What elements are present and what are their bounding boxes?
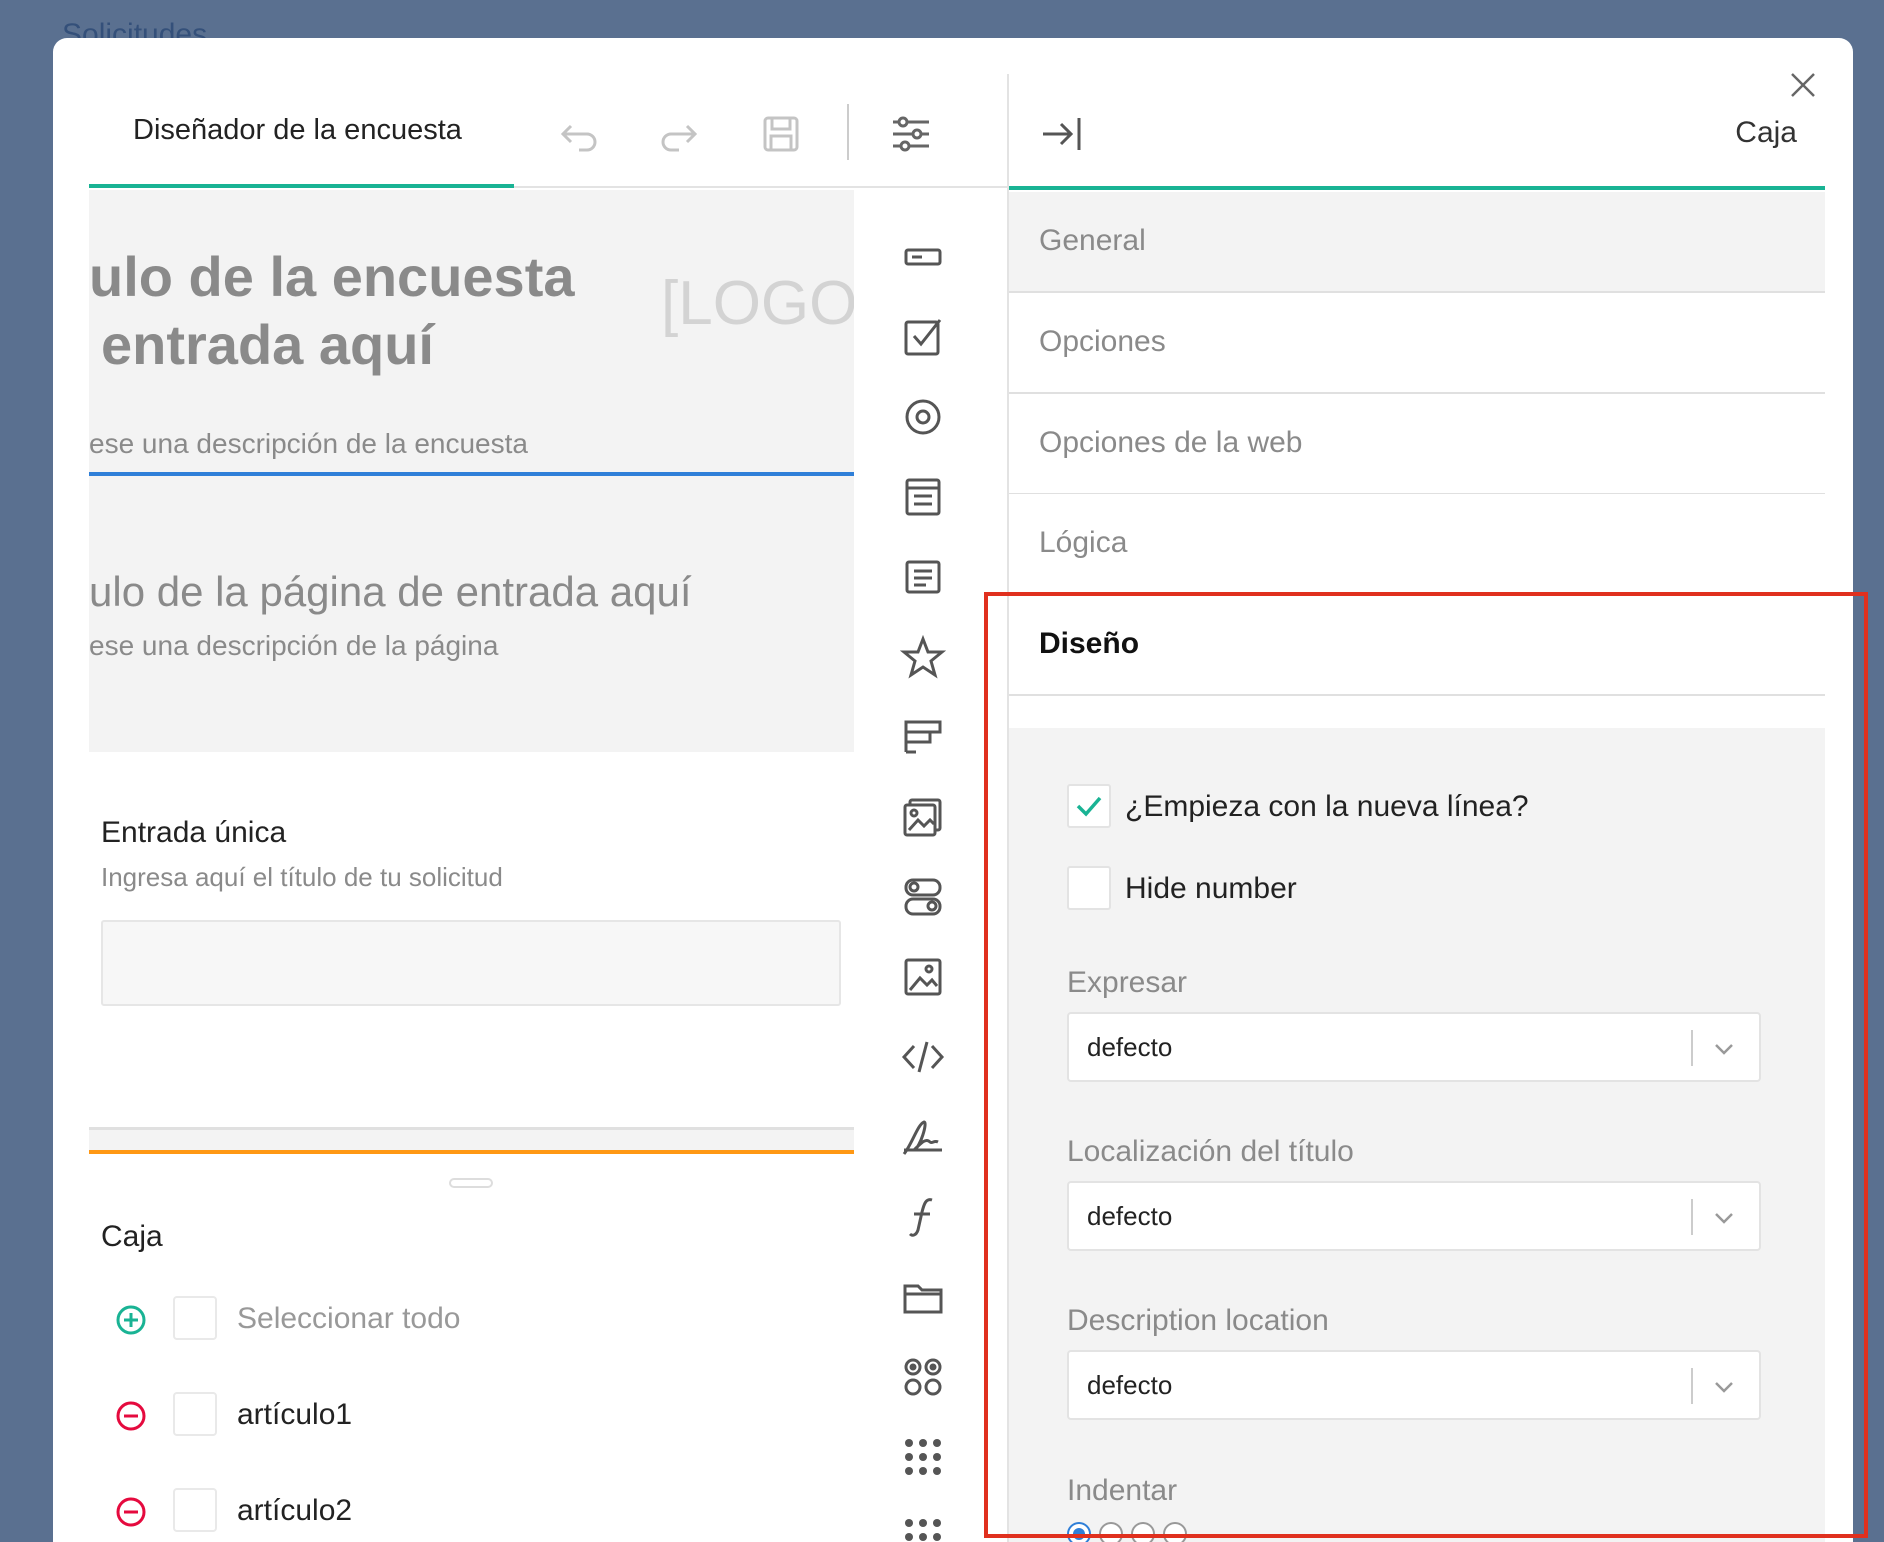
comment-icon[interactable] [900,554,946,600]
tab-survey-designer[interactable]: Diseñador de la encuesta [89,74,514,188]
designer-toolbar: Diseñador de la encuesta [89,74,1007,188]
toolbar-separator [847,104,849,160]
option-checkbox[interactable] [173,1296,217,1340]
option-item[interactable]: artículo1 [101,1392,801,1440]
survey-title[interactable]: ulo de la encuesta [89,242,575,312]
boolean-icon[interactable] [900,874,946,920]
option-item[interactable]: artículo2 [101,1488,801,1536]
question-description[interactable]: Ingresa aquí el título de tu solicitud [101,862,503,893]
section-label: Opciones [1039,325,1166,358]
question-single-input[interactable]: Entrada única Ingresa aquí el título de … [89,752,854,1130]
dropdown-icon[interactable] [900,474,946,520]
section-logica[interactable]: Lógica [1009,494,1825,595]
html-icon[interactable] [900,1034,946,1080]
redo-icon[interactable] [657,112,701,156]
option-label: Seleccionar todo [237,1302,461,1335]
undo-icon[interactable] [557,112,601,156]
section-opciones[interactable]: Opciones [1009,293,1825,394]
settings-sliders-icon[interactable] [889,112,933,156]
page-title[interactable]: ulo de la página de entrada aquí [89,568,692,616]
design-surface: ulo de la encuesta entrada aquí [LOGO] e… [89,190,854,1542]
option-checkbox[interactable] [173,1392,217,1436]
add-circle-icon[interactable] [115,1304,147,1336]
section-label: General [1039,224,1146,257]
highlight-box [984,592,1868,1538]
section-label: Opciones de la web [1039,426,1303,459]
selected-element-title: Caja [1735,116,1797,149]
option-select-all[interactable]: Seleccionar todo [101,1296,801,1344]
drag-handle[interactable] [449,1178,493,1188]
matrix-dropdown-icon[interactable] [900,1434,946,1480]
tab-label: Diseñador de la encuesta [133,114,462,146]
remove-circle-icon[interactable] [115,1400,147,1432]
text-input-preview[interactable] [101,920,841,1006]
section-general[interactable]: General [1009,192,1825,293]
survey-title-line2[interactable]: entrada aquí [101,310,434,380]
remove-circle-icon[interactable] [115,1496,147,1528]
signature-icon[interactable] [900,1114,946,1160]
radio-icon[interactable] [900,394,946,440]
question-title[interactable]: Entrada única [101,816,286,850]
collapse-panel-icon[interactable] [1039,112,1083,156]
page-description[interactable]: ese una descripción de la página [89,630,498,662]
property-grid-header: Caja [1009,74,1825,190]
option-checkbox[interactable] [173,1488,217,1532]
section-label: Lógica [1039,526,1128,559]
option-label[interactable]: artículo1 [237,1398,352,1432]
image-picker-icon[interactable] [900,794,946,840]
matrix-dynamic-icon[interactable] [900,1514,946,1542]
ranking-icon[interactable] [900,714,946,760]
logo-placeholder[interactable]: [LOGO] [661,268,854,339]
save-icon[interactable] [759,112,803,156]
checkbox-icon[interactable] [900,314,946,360]
matrix-icon[interactable] [900,1354,946,1400]
survey-description[interactable]: ese una descripción de la encuesta [89,428,528,460]
designer-pane: Diseñador de la encuesta ulo de la encue… [89,74,1007,1542]
image-icon[interactable] [900,954,946,1000]
option-label[interactable]: artículo2 [237,1494,352,1528]
expression-icon[interactable] [900,1194,946,1240]
single-input-icon[interactable] [900,234,946,280]
close-icon[interactable] [1786,68,1820,102]
section-opciones-web[interactable]: Opciones de la web [1009,394,1825,495]
survey-header-divider [89,472,854,476]
question-title[interactable]: Caja [101,1220,163,1254]
rating-icon[interactable] [900,634,946,680]
file-icon[interactable] [900,1274,946,1320]
question-checkbox[interactable]: Caja Seleccionar todo artículo1 artículo… [89,1150,854,1542]
